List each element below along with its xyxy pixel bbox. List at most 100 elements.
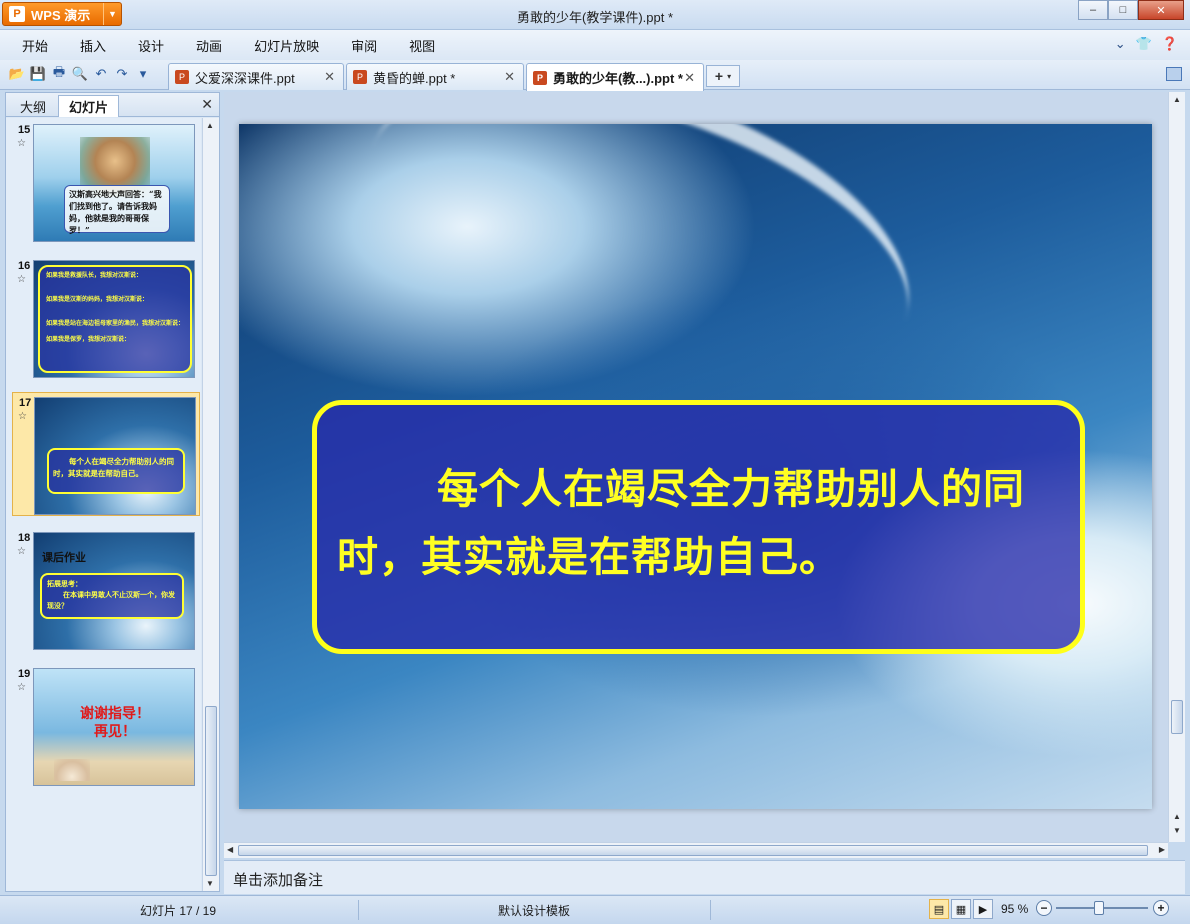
help-icon[interactable]: ❓ — [1162, 36, 1178, 52]
menu-slideshow[interactable]: 幻灯片放映 — [244, 36, 341, 55]
slide-thumbnail-17[interactable]: 17 ☆ 每个人在竭尽全力帮助别人的同时，其实就是在帮助自己。 — [12, 392, 200, 516]
scroll-right-icon[interactable]: ▶ — [1159, 845, 1165, 854]
scroll-left-icon[interactable]: ◀ — [227, 845, 233, 854]
slide-number: 19 — [18, 668, 31, 680]
minimize-button[interactable]: – — [1078, 0, 1108, 20]
notes-pane[interactable]: 单击添加备注 — [224, 860, 1185, 894]
slide-19-text: 谢谢指导！ 再见！ — [34, 705, 194, 741]
slide-19-line2: 再见！ — [94, 724, 136, 740]
animation-star-icon: ☆ — [18, 411, 27, 422]
scrollbar-thumb[interactable] — [238, 845, 1148, 856]
slide-thumbnail-image: 课后作业 拓展思考： 在本课中男敢人不止汉斯一个，你发现没？ — [33, 532, 195, 650]
menu-design[interactable]: 设计 — [128, 36, 186, 55]
slide-18-lead: 拓展思考： — [47, 579, 82, 588]
slide-18-textbox: 拓展思考： 在本课中男敢人不止汉斯一个，你发现没？ — [40, 573, 184, 619]
doc-tab-3-active[interactable]: P 勇敢的少年(教...).ppt * ✕ — [526, 63, 704, 91]
zoom-out-button[interactable]: − — [1036, 900, 1052, 916]
slide-main-textbox[interactable]: 每个人在竭尽全力帮助别人的同时，其实就是在帮助自己。 — [312, 400, 1085, 654]
menu-insert[interactable]: 插入 — [70, 36, 128, 55]
close-icon[interactable]: ✕ — [324, 69, 335, 85]
slide-indicator: 幻灯片 17 / 19 — [140, 904, 217, 918]
slide-16-textbox: 如果我是救援队长，我想对汉斯说： 如果我是汉斯的妈妈，我想对汉斯说： 如果我是站… — [38, 265, 192, 373]
slide-thumbnail-15[interactable]: 15 ☆ 汉斯高兴地大声回答：“我们找到他了。请告诉我妈妈，他就是我的哥哥保罗！… — [12, 120, 200, 244]
slide-18-title: 课后作业 — [42, 551, 86, 564]
menu-bar: 开始 插入 设计 动画 幻灯片放映 审阅 视图 ⌄ 👕 ❓ — [0, 30, 1190, 60]
slide-thumbnail-image: 汉斯高兴地大声回答：“我们找到他了。请告诉我妈妈，他就是我的哥哥保罗！” — [33, 124, 195, 242]
previous-slide-icon[interactable]: ▲ — [1173, 812, 1181, 821]
animation-star-icon: ☆ — [17, 274, 26, 285]
maximize-button[interactable]: □ — [1108, 0, 1138, 20]
main-horizontal-scrollbar[interactable]: ◀ ▶ — [224, 842, 1168, 858]
slide-number: 18 — [18, 532, 31, 544]
menu-start[interactable]: 开始 — [12, 36, 70, 55]
quick-access-icons: 📂 💾 🖶 🔍 ↶ ↷ ▾ — [8, 64, 152, 83]
ppt-file-icon: P — [175, 70, 189, 84]
slide-sorter-icon[interactable]: ▦ — [951, 899, 971, 919]
slide-thumbnail-image: 谢谢指导！ 再见！ — [33, 668, 195, 786]
slide-thumbnail-18[interactable]: 18 ☆ 课后作业 拓展思考： 在本课中男敢人不止汉斯一个，你发现没？ — [12, 528, 200, 652]
redo-icon[interactable]: ↷ — [113, 65, 131, 83]
doc-tab-label: 黄昏的蝉.ppt * — [373, 70, 456, 86]
zoom-slider-handle[interactable] — [1094, 901, 1104, 915]
open-folder-icon[interactable]: 📂 — [8, 65, 26, 83]
undo-icon[interactable]: ↶ — [92, 65, 110, 83]
scrollbar-thumb[interactable] — [1171, 700, 1183, 734]
scroll-up-icon[interactable]: ▲ — [1173, 95, 1181, 104]
print-icon[interactable]: 🖶 — [50, 64, 68, 83]
slide-thumbnail-list: 15 ☆ 汉斯高兴地大声回答：“我们找到他了。请告诉我妈妈，他就是我的哥哥保罗！… — [6, 118, 201, 891]
save-icon[interactable]: 💾 — [29, 65, 47, 83]
new-tab-button[interactable]: + ▾ — [706, 65, 740, 87]
slideshow-play-icon[interactable]: ▶ — [973, 899, 993, 919]
doc-tab-label: 勇敢的少年(教...).ppt * — [553, 71, 683, 86]
slide-16-line: 如果我是救援队长，我想对汉斯说： — [46, 272, 143, 279]
panel-toggle-icon[interactable] — [1166, 67, 1182, 81]
scroll-up-icon[interactable]: ▲ — [206, 121, 214, 130]
slide-main-text[interactable]: 每个人在竭尽全力帮助别人的同时，其实就是在帮助自己。 — [337, 455, 1077, 591]
slide-17-textbox: 每个人在竭尽全力帮助别人的同时，其实就是在帮助自己。 — [47, 448, 185, 494]
window-controls: – □ ✕ — [1078, 0, 1184, 20]
title-bar: P WPS 演示 ▼ 勇敢的少年(教学课件).ppt * – □ ✕ — [0, 0, 1190, 30]
customize-dropdown-icon[interactable]: ▾ — [134, 65, 152, 83]
chevron-down-icon[interactable]: ⌄ — [1115, 36, 1126, 52]
menu-view[interactable]: 视图 — [399, 36, 457, 55]
slide-number: 16 — [18, 260, 31, 272]
menu-review[interactable]: 审阅 — [341, 36, 399, 55]
slide-thumbnail-16[interactable]: 16 ☆ 如果我是救援队长，我想对汉斯说： 如果我是汉斯的妈妈，我想对汉斯说： … — [12, 256, 200, 380]
menu-right-icons: ⌄ 👕 ❓ — [1115, 36, 1178, 52]
status-bar: 幻灯片 17 / 19 默认设计模板 ▤ ▦ ▶ 95 % − + — [0, 895, 1190, 924]
document-title: 勇敢的少年(教学课件).ppt * — [516, 10, 673, 25]
chevron-down-icon: ▾ — [727, 71, 732, 81]
close-icon[interactable]: ✕ — [684, 70, 695, 86]
scrollbar-thumb[interactable] — [205, 706, 217, 876]
doc-tab-1[interactable]: P 父爱深深课件.ppt ✕ — [168, 63, 344, 90]
slides-panel-tabs: 大纲 幻灯片 ✕ — [6, 93, 219, 117]
seashell-illustration — [54, 759, 90, 781]
zoom-in-button[interactable]: + — [1153, 900, 1169, 916]
doc-tab-label: 父爱深深课件.ppt — [195, 70, 295, 86]
tab-outline[interactable]: 大纲 — [10, 95, 56, 117]
menu-animation[interactable]: 动画 — [186, 36, 244, 55]
print-preview-icon[interactable]: 🔍 — [71, 65, 89, 83]
slide-number: 17 — [19, 397, 32, 409]
divider — [710, 900, 711, 920]
slide-15-textbox: 汉斯高兴地大声回答：“我们找到他了。请告诉我妈妈，他就是我的哥哥保罗！” — [64, 185, 170, 235]
next-slide-icon[interactable]: ▼ — [1173, 826, 1181, 835]
template-name: 默认设计模板 — [498, 904, 571, 918]
slide-thumbnail-image: 每个人在竭尽全力帮助别人的同时，其实就是在帮助自己。 — [34, 397, 196, 515]
skin-shirt-icon[interactable]: 👕 — [1136, 36, 1152, 52]
slide-19-line1: 谢谢指导！ — [80, 706, 150, 722]
tab-slides[interactable]: 幻灯片 — [58, 95, 120, 117]
slide-thumbnail-19[interactable]: 19 ☆ 谢谢指导！ 再见！ — [12, 664, 200, 788]
slides-panel-scrollbar[interactable]: ▲ ▼ — [202, 118, 219, 891]
doc-tab-2[interactable]: P 黄昏的蝉.ppt * ✕ — [346, 63, 524, 90]
scroll-down-icon[interactable]: ▼ — [206, 879, 214, 888]
ppt-file-icon: P — [533, 70, 547, 85]
slide-16-line: 如果我是保罗，我想对汉斯说： — [46, 336, 131, 343]
main-vertical-scrollbar[interactable]: ▲ ▲ ▼ — [1168, 92, 1185, 842]
slide-number: 15 — [18, 124, 31, 136]
close-button[interactable]: ✕ — [1138, 0, 1184, 20]
normal-view-icon[interactable]: ▤ — [929, 899, 949, 919]
close-icon[interactable]: ✕ — [201, 96, 213, 113]
close-icon[interactable]: ✕ — [504, 69, 515, 85]
current-slide[interactable]: 每个人在竭尽全力帮助别人的同时，其实就是在帮助自己。 — [239, 124, 1152, 809]
